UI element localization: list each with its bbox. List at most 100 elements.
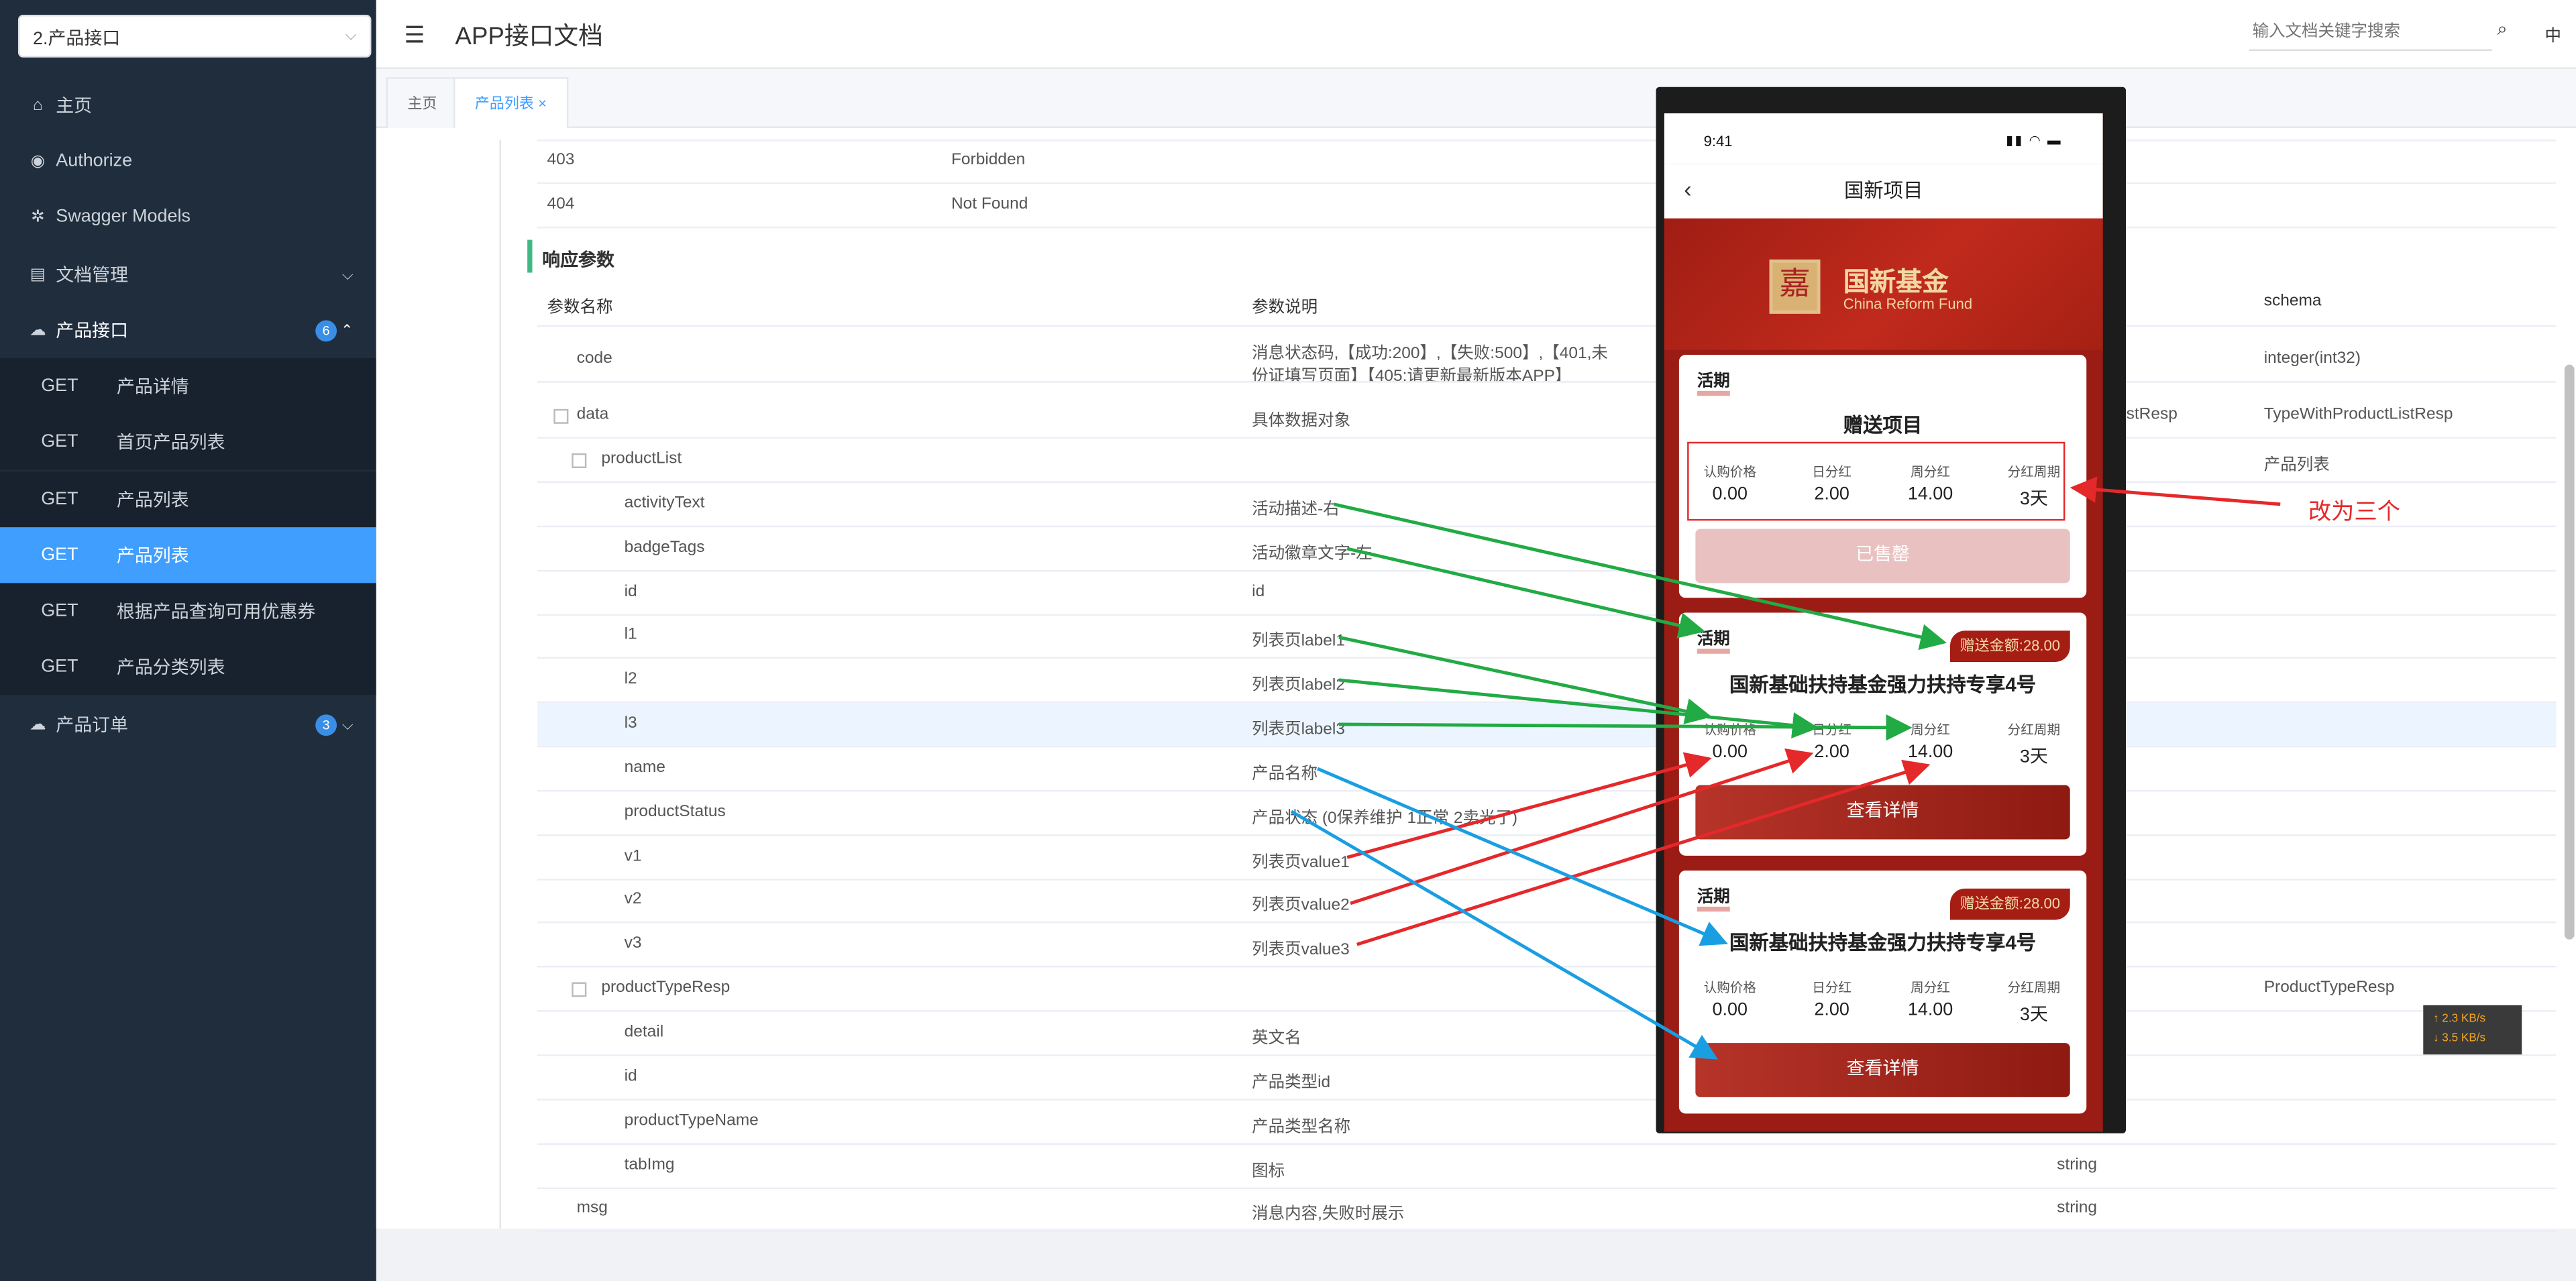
row-divider	[537, 140, 2557, 142]
stat-value: 3天	[2019, 747, 2048, 767]
network-monitor: ↑ 2.3 KB/s ↓ 3.5 KB/s	[2423, 1005, 2522, 1055]
param-name: id	[624, 583, 637, 602]
status-time: 9:41	[1703, 133, 1733, 150]
param-desc: 产品类型名称	[1252, 1118, 1351, 1137]
param-desc: 列表页value1	[1252, 854, 1350, 873]
param-name: v2	[624, 890, 642, 909]
param-desc: 活动徽章文字-左	[1252, 545, 1373, 564]
phone-nav-bar: ‹ 国新项目	[1664, 164, 2103, 219]
api-label: 产品列表	[116, 547, 189, 567]
language-toggle[interactable]: 中	[2545, 21, 2561, 46]
param-type: string	[2057, 1199, 2098, 1217]
api-item-product-list-active[interactable]: GET 产品列表	[0, 527, 376, 583]
download-rate: ↓ 3.5 KB/s	[2432, 1033, 2486, 1045]
stat-value: 2.00	[1814, 742, 1849, 763]
param-name: l1	[624, 626, 637, 645]
chevron-down-icon: ⌵	[341, 715, 354, 732]
stat-label: 周分红	[1911, 981, 1950, 996]
stat-value: 14.00	[1907, 1000, 1953, 1020]
menu-label: 产品接口	[56, 322, 129, 342]
menu-item-doc-management[interactable]: ▤ 文档管理 ⌵	[0, 246, 376, 302]
param-name: productList	[601, 450, 682, 468]
column-header-schema: schema	[2263, 292, 2322, 311]
stat-label: 周分红	[1911, 722, 1950, 738]
cube-icon: ✲	[31, 207, 45, 226]
param-name: detail	[624, 1023, 664, 1042]
search-input[interactable]	[2249, 15, 2493, 51]
stat-label: 分红周期	[2007, 981, 2061, 996]
menu-item-home[interactable]: ⌂ 主页	[0, 77, 376, 133]
menu-label: Swagger Models	[56, 207, 191, 227]
api-item-category-list[interactable]: GET 产品分类列表	[0, 638, 376, 695]
annotation-box	[1687, 441, 2065, 521]
gift-amount-badge: 赠送金额:28.00	[1949, 630, 2070, 662]
row-divider	[537, 921, 2557, 924]
menu-item-product-orders[interactable]: ☁ 产品订单 3 ⌵	[0, 696, 376, 752]
api-item-home-products[interactable]: GET 首页产品列表	[0, 414, 376, 470]
product-card[interactable]: 活期 赠送金额:28.00 国新基础扶持基金强力扶持专享4号 认购价格 0.00 …	[1678, 870, 2087, 1114]
param-schema: ProductTypeResp	[2263, 979, 2395, 997]
divider	[499, 140, 501, 1229]
param-desc: 产品名称	[1252, 765, 1318, 784]
row-divider	[537, 966, 2557, 968]
param-name: data	[576, 405, 609, 424]
stat-daily: 日分红 2.00	[1781, 721, 1883, 763]
product-name: 国新基础扶持基金强力扶持专享4号	[1729, 673, 2037, 697]
project-select[interactable]: 2.产品接口 ⌵	[17, 15, 372, 58]
cloud-icon: ☁	[30, 321, 46, 339]
annotation-note: 改为三个	[2308, 498, 2400, 524]
product-name: 国新基础扶持基金强力扶持专享4号	[1729, 931, 2037, 954]
page-title: APP接口文档	[455, 23, 603, 51]
column-header-name: 参数名称	[547, 298, 613, 317]
row-divider	[537, 657, 2557, 659]
stat-daily: 日分红 2.00	[1781, 979, 1883, 1020]
menu-label: Authorize	[56, 151, 133, 171]
row-divider	[537, 614, 2557, 616]
menu-item-authorize[interactable]: ◉ Authorize	[0, 133, 376, 188]
sold-out-button[interactable]: 已售罄	[1695, 528, 2070, 583]
api-label: 产品分类列表	[116, 659, 225, 679]
param-desc: 列表页label2	[1252, 676, 1346, 695]
view-details-button[interactable]: 查看详情	[1695, 1043, 2070, 1097]
phone-nav-title: 国新项目	[1843, 178, 1923, 203]
param-name: badgeTags	[624, 539, 705, 557]
param-desc: 列表页label1	[1252, 632, 1346, 651]
product-card[interactable]: 活期 赠送金额:28.00 国新基础扶持基金强力扶持专享4号 认购价格 0.00 …	[1678, 612, 2087, 856]
param-schema: 产品列表	[2263, 456, 2330, 475]
doc-content	[376, 128, 2576, 1229]
stat-label: 分红周期	[2007, 722, 2061, 738]
view-details-button[interactable]: 查看详情	[1695, 785, 2070, 840]
document-icon: ▤	[30, 265, 46, 284]
collapse-toggle[interactable]	[572, 453, 587, 468]
stat-price: 认购价格 0.00	[1679, 979, 1781, 1020]
row-divider	[537, 1143, 2557, 1145]
api-label: 根据产品查询可用优惠券	[116, 602, 316, 623]
section-marker	[527, 239, 533, 273]
api-item-coupons[interactable]: GET 根据产品查询可用优惠券	[0, 583, 376, 639]
scrollbar[interactable]	[2564, 364, 2575, 940]
close-icon[interactable]: ×	[538, 95, 547, 111]
home-icon: ⌂	[32, 96, 43, 115]
row-divider	[537, 789, 2557, 792]
collapse-toggle[interactable]	[572, 982, 587, 997]
http-method: GET	[41, 432, 78, 452]
tab-home[interactable]: 主页	[386, 77, 459, 129]
http-method: GET	[41, 489, 78, 510]
api-item-product-detail[interactable]: GET 产品详情	[0, 357, 376, 414]
menu-toggle-icon[interactable]: ☰	[404, 21, 425, 50]
column-header-desc: 参数说明	[1252, 298, 1318, 317]
search-icon[interactable]: ⌕	[2497, 19, 2507, 41]
menu-item-product-api[interactable]: ☁ 产品接口 6 ⌃	[0, 302, 376, 358]
param-desc: 图标	[1252, 1162, 1285, 1181]
collapse-toggle[interactable]	[553, 408, 569, 424]
tab-product-list[interactable]: 产品列表 ×	[453, 77, 568, 129]
param-desc: 产品状态 (0保养维护 1正常 2卖光了)	[1252, 810, 1518, 828]
count-badge: 6	[315, 319, 337, 341]
brand-name: 国新基金	[1843, 269, 1949, 298]
chevron-down-icon: ⌵	[341, 265, 354, 282]
param-desc: 列表页value2	[1252, 897, 1350, 915]
api-item-product-list[interactable]: GET 产品列表	[0, 471, 376, 528]
stat-period: 分红周期 3天	[1983, 721, 2085, 769]
row-divider	[537, 1099, 2557, 1101]
menu-item-swagger-models[interactable]: ✲ Swagger Models	[0, 189, 376, 245]
